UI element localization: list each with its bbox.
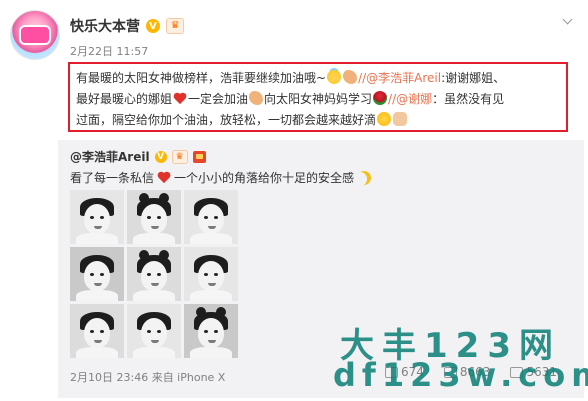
photo-thumbnail[interactable] bbox=[70, 304, 124, 358]
photo-thumbnail[interactable] bbox=[184, 190, 238, 244]
verified-icon: V bbox=[154, 150, 167, 163]
gift-icon bbox=[192, 150, 206, 163]
repost-text: 看了每一条私信 一个小小的角落给你十足的安全感 bbox=[70, 169, 372, 186]
chevron-down-icon[interactable] bbox=[562, 16, 572, 26]
post-author[interactable]: 快乐大本营 V ♛ bbox=[70, 16, 184, 36]
moon-icon bbox=[357, 171, 371, 185]
repost-date-source[interactable]: 2月10日 23:46 来自 iPhone X bbox=[70, 369, 225, 385]
crown-icon: ♛ bbox=[166, 18, 184, 34]
post-text-2d: ：虽然没有见 bbox=[432, 92, 505, 106]
photo-thumbnail[interactable] bbox=[70, 190, 124, 244]
post-text-2b: 一定会加油 bbox=[188, 92, 249, 106]
repost-author-name[interactable]: @李浩菲Areil bbox=[70, 148, 150, 165]
crown-icon: ♛ bbox=[171, 149, 188, 164]
highlighted-post-text: 有最暖的太阳女神做榜样，浩菲要继续加油哦~ //@李浩菲Areil:谢谢娜姐、 最… bbox=[68, 62, 568, 132]
victory-icon bbox=[393, 112, 408, 126]
rose-icon bbox=[373, 91, 388, 105]
weibo-post-card: 快乐大本营 V ♛ 2月22日 11:57 有最暖的太阳女神做榜样，浩菲要继续加… bbox=[0, 0, 588, 401]
photo-thumbnail[interactable] bbox=[127, 247, 181, 301]
muscle-icon bbox=[343, 70, 358, 84]
logo-icon bbox=[19, 25, 51, 45]
post-timestamp[interactable]: 2月22日 11:57 bbox=[70, 43, 148, 59]
photo-thumbnail[interactable] bbox=[184, 304, 238, 358]
mention-link[interactable]: //@谢娜 bbox=[388, 92, 432, 106]
post-text-3: 过面，隔空给你加个油油，放轻松，一切都会越来越好滴 bbox=[76, 113, 377, 127]
smiley-angel-icon bbox=[327, 70, 342, 84]
post-text-1a: 有最暖的太阳女神做榜样，浩菲要继续加油哦~ bbox=[76, 71, 327, 85]
heart-icon bbox=[173, 93, 187, 105]
photo-thumbnail[interactable] bbox=[184, 247, 238, 301]
user-avatar[interactable] bbox=[10, 10, 60, 60]
photo-thumbnail[interactable] bbox=[70, 247, 124, 301]
repost-text-a: 看了每一条私信 bbox=[70, 171, 155, 185]
heart-icon bbox=[157, 172, 171, 184]
post-text-1b: :谢谢娜姐、 bbox=[441, 71, 506, 85]
photo-thumbnail[interactable] bbox=[127, 304, 181, 358]
photo-grid bbox=[70, 190, 238, 358]
repost-author[interactable]: @李浩菲Areil V ♛ bbox=[70, 148, 206, 165]
muscle-icon bbox=[249, 91, 264, 105]
sun-icon bbox=[377, 112, 392, 126]
watermark-url: df123w.com bbox=[333, 356, 588, 394]
mention-link[interactable]: //@李浩菲Areil bbox=[358, 71, 441, 85]
photo-thumbnail[interactable] bbox=[127, 190, 181, 244]
post-text-2a: 最好最暖心的娜姐 bbox=[76, 92, 173, 106]
post-text-2c: 向太阳女神妈妈学习 bbox=[264, 92, 373, 106]
repost-text-b: 一个小小的角落给你十足的安全感 bbox=[174, 171, 355, 185]
post-author-name[interactable]: 快乐大本营 bbox=[70, 16, 140, 36]
verified-icon: V bbox=[146, 19, 160, 33]
